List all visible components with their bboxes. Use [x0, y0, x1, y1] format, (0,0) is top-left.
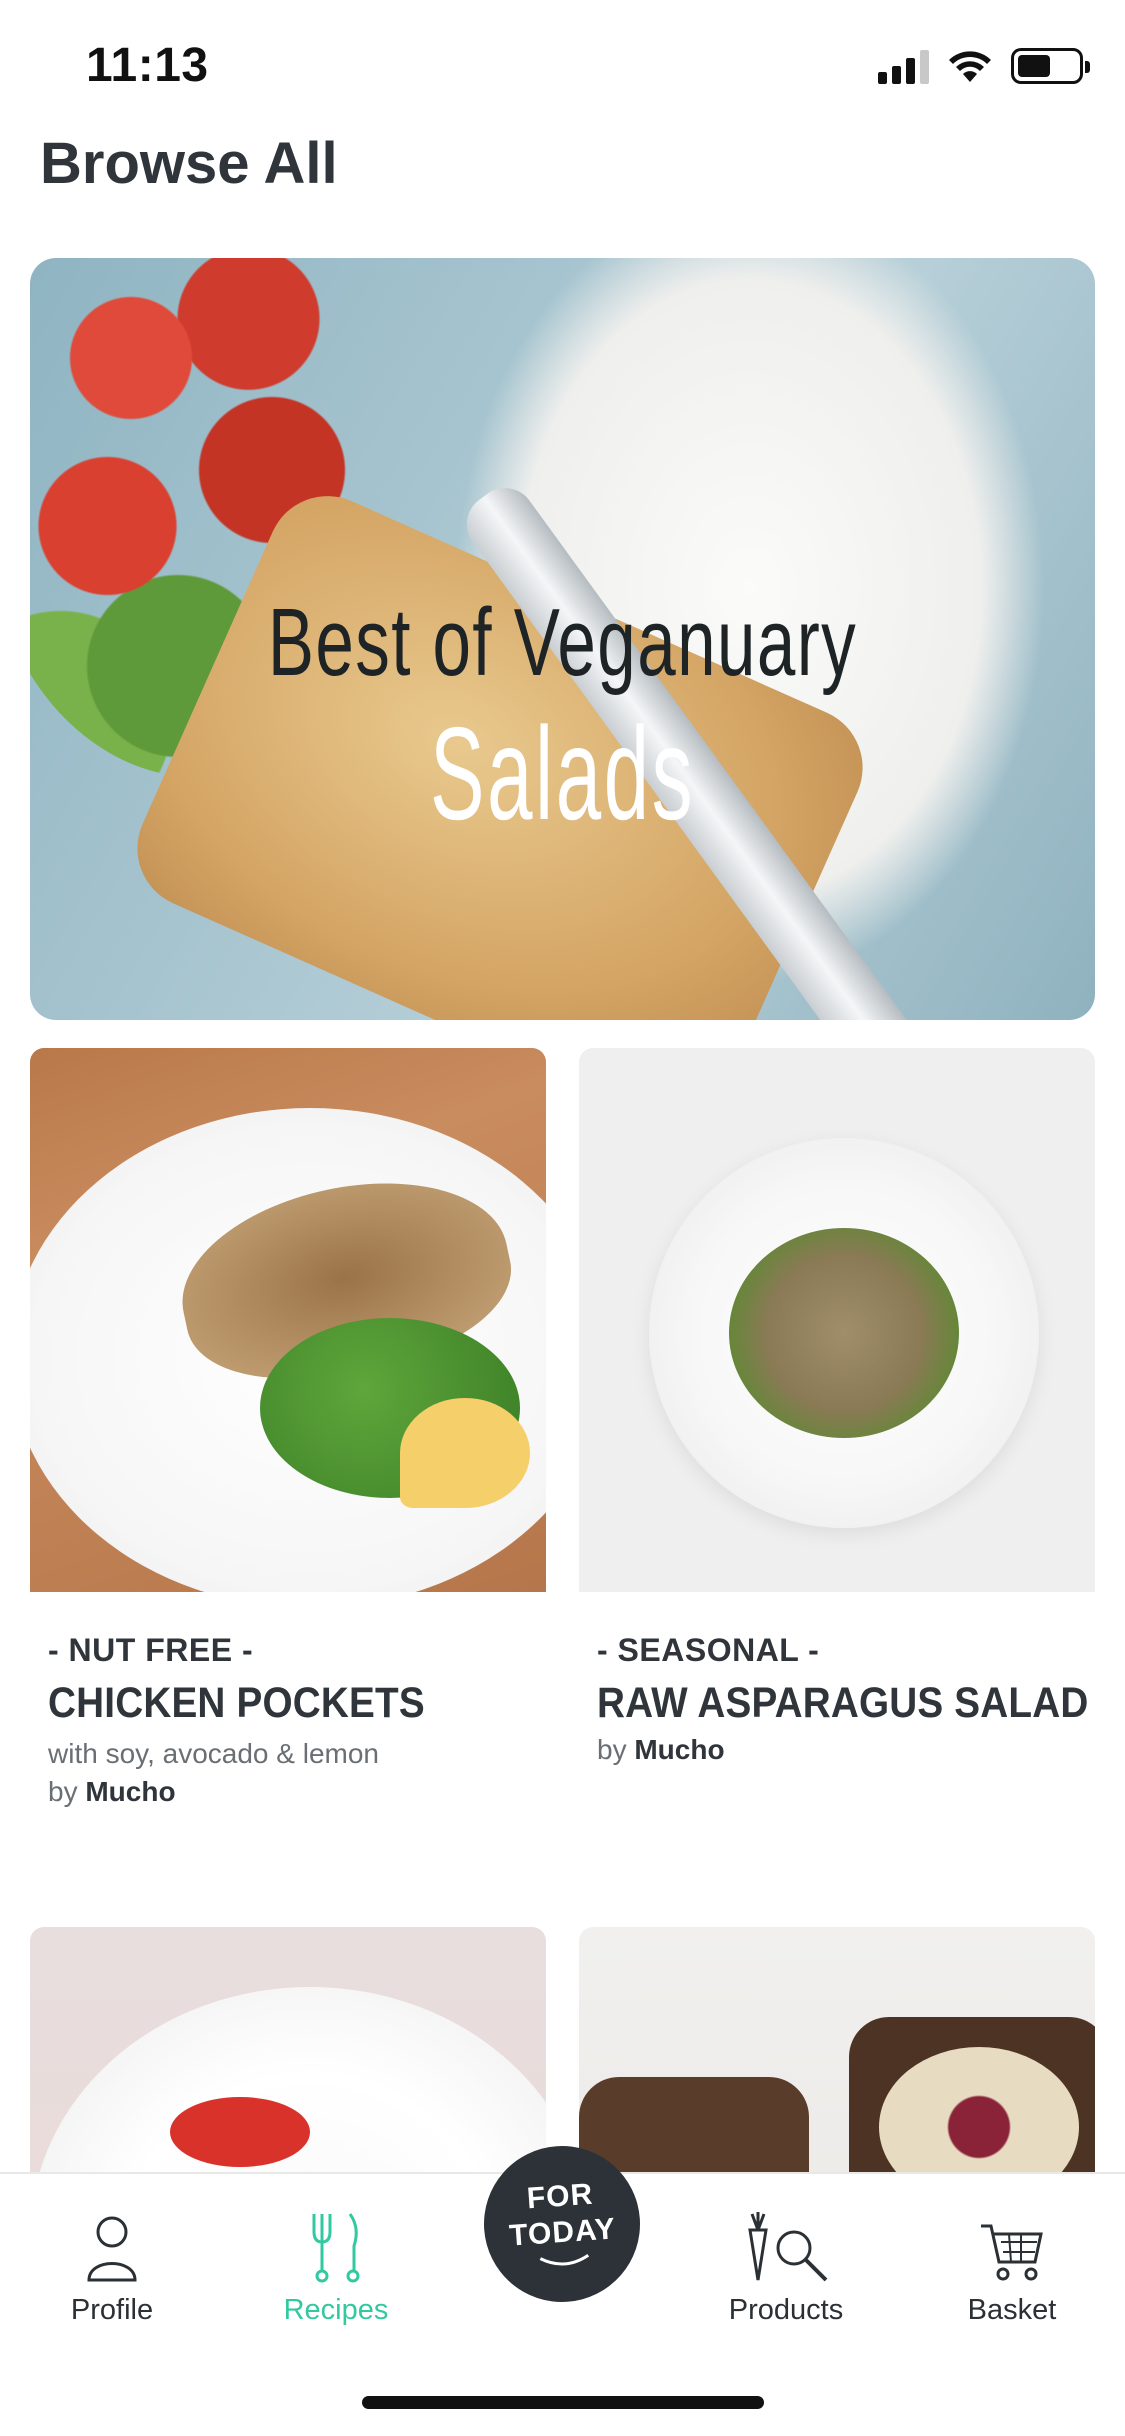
cellular-signal-icon: [878, 48, 929, 84]
tab-recipes[interactable]: Recipes: [236, 2194, 436, 2327]
tab-profile-label: Profile: [70, 2294, 154, 2326]
recipe-image: [30, 1048, 546, 1592]
recipe-description: with soy, avocado & lemon: [48, 1738, 379, 1769]
recipe-author-line: by Mucho: [597, 1734, 1095, 1766]
status-bar: 11:13: [0, 0, 1125, 140]
recipe-tag: - NUT FREE -: [48, 1632, 254, 1668]
home-indicator[interactable]: [362, 2396, 764, 2409]
recipe-name: RAW ASPARAGUS SALAD: [597, 1679, 1089, 1727]
for-today-line2: TODAY: [508, 2212, 617, 2253]
for-today-line1: FOR: [525, 2177, 595, 2216]
tab-recipes-label: Recipes: [283, 2294, 389, 2326]
page-title: Browse All: [40, 131, 338, 196]
recipe-name: CHICKEN POCKETS: [48, 1679, 425, 1727]
tab-basket[interactable]: Basket: [912, 2194, 1112, 2327]
carrot-search-icon: [748, 2212, 828, 2282]
smile-icon: [539, 2253, 590, 2266]
battery-icon: [1011, 48, 1090, 84]
recipe-author: Mucho: [634, 1734, 725, 1765]
recipe-card-chicken-pockets[interactable]: - NUT FREE - CHICKEN POCKETS with soy, a…: [30, 1048, 546, 1808]
recipe-card-raw-asparagus-salad[interactable]: - SEASONAL - RAW ASPARAGUS SALAD by Much…: [579, 1048, 1095, 1766]
status-time: 11:13: [86, 39, 209, 92]
recipe-author-prefix: by: [597, 1734, 627, 1765]
fork-knife-icon: [312, 2213, 360, 2283]
wifi-icon: [949, 51, 991, 82]
tab-profile[interactable]: Profile: [12, 2194, 212, 2327]
recipe-image: [579, 1048, 1095, 1592]
tab-products-label: Products: [728, 2294, 844, 2326]
recipe-tag: - SEASONAL -: [597, 1632, 820, 1668]
hero-title: Best of Veganuary: [267, 589, 858, 696]
recipe-author-line: by Mucho: [48, 1776, 546, 1808]
recipe-author-prefix: by: [48, 1776, 78, 1807]
person-icon: [87, 2216, 137, 2282]
tab-basket-label: Basket: [967, 2294, 1057, 2326]
status-icons: [878, 48, 1090, 84]
hero-banner[interactable]: Best of Veganuary Salads: [30, 258, 1095, 1020]
hero-subtitle: Salads: [429, 700, 696, 847]
cart-icon: [981, 2224, 1043, 2281]
recipe-author: Mucho: [85, 1776, 176, 1807]
tab-products[interactable]: Products: [686, 2194, 886, 2327]
